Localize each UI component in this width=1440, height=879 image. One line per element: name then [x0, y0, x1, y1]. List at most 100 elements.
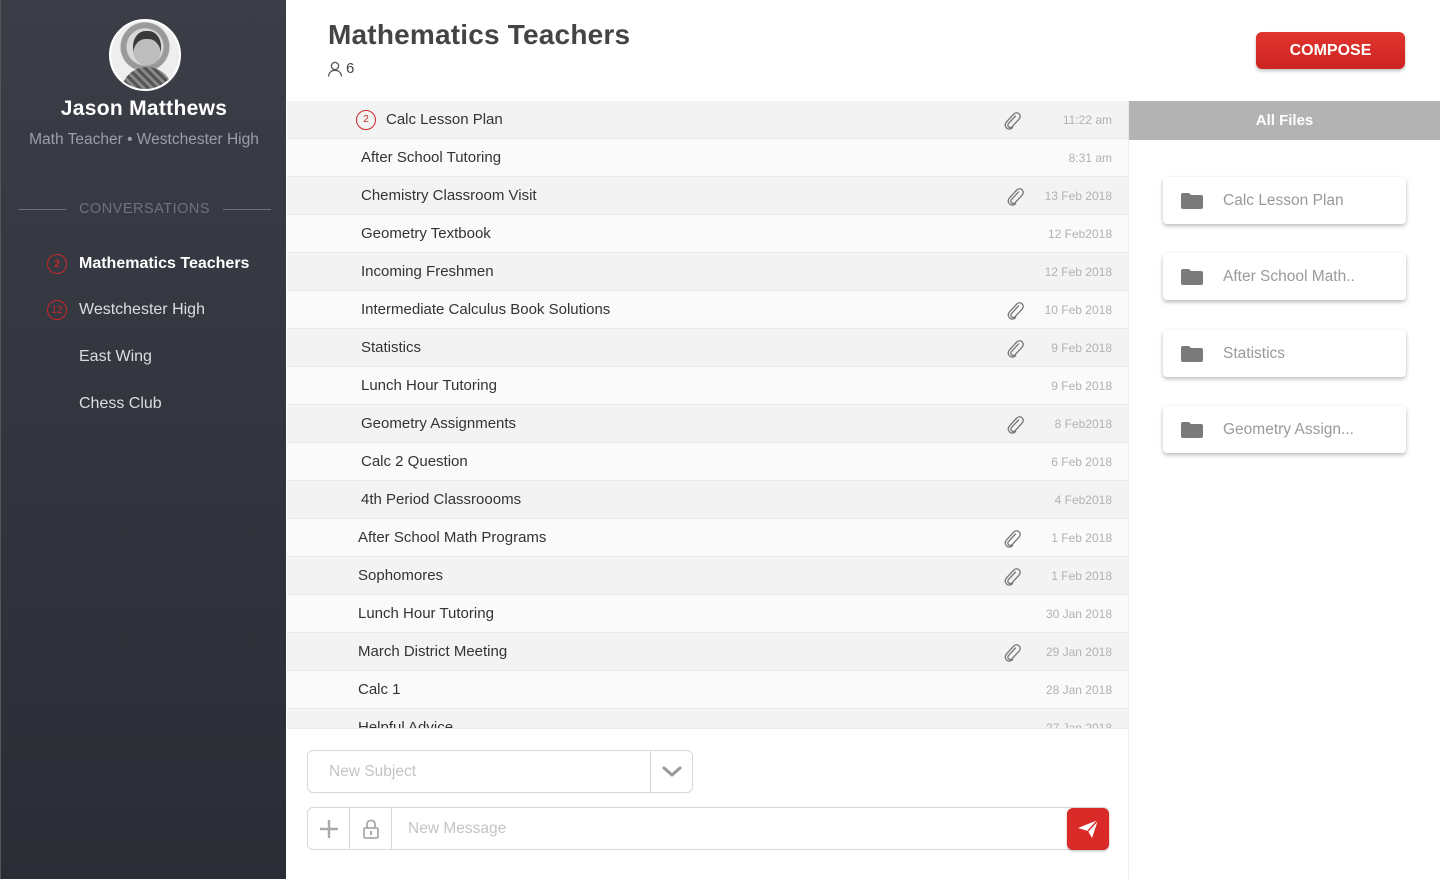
message-time: 27 Jan 2018 — [1045, 720, 1112, 729]
message-row[interactable]: Statistics 9 Feb 2018 — [287, 329, 1128, 367]
message-subject: Lunch Hour Tutoring — [361, 377, 497, 394]
files-header[interactable]: All Files — [1129, 101, 1440, 140]
message-time: 8:31 am — [1068, 150, 1112, 165]
add-attachment-button[interactable] — [308, 808, 350, 849]
message-subject: After School Tutoring — [361, 149, 502, 166]
message-row[interactable]: Geometry Textbook 12 Feb2018 — [287, 215, 1128, 253]
folder-icon — [1181, 268, 1203, 285]
subject-select[interactable]: New Subject — [307, 750, 693, 793]
file-card[interactable]: After School Math.. — [1163, 253, 1406, 300]
paperclip-icon[interactable] — [1006, 186, 1024, 206]
composer: New Subject New Message — [287, 728, 1128, 879]
message-time: 11:22 am — [1062, 112, 1112, 127]
sidebar-item-east-wing[interactable]: East Wing — [79, 345, 152, 369]
message-time: 4 Feb2018 — [1054, 492, 1112, 507]
message-subject: Intermediate Calculus Book Solutions — [361, 301, 611, 318]
file-name: After School Math.. — [1223, 267, 1355, 285]
message-row[interactable]: 4th Period Classroooms 4 Feb2018 — [287, 481, 1128, 519]
folder-icon — [1181, 421, 1203, 438]
subject-dropdown-toggle[interactable] — [650, 751, 692, 792]
chevron-down-icon — [662, 766, 681, 776]
message-field[interactable]: New Message — [307, 807, 1109, 850]
sidebar-item-westchester-high[interactable]: 12 Westchester High — [47, 298, 205, 322]
compose-button[interactable]: COMPOSE — [1256, 32, 1405, 69]
file-card[interactable]: Statistics — [1163, 330, 1406, 377]
message-row[interactable]: Lunch Hour Tutoring 9 Feb 2018 — [287, 367, 1128, 405]
avatar[interactable] — [109, 19, 181, 91]
sidebar-item-mathematics-teachers[interactable]: 2 Mathematics Teachers — [47, 252, 249, 276]
message-input[interactable]: New Message — [408, 820, 1108, 838]
sidebar-item-label: Westchester High — [79, 301, 205, 318]
paperclip-icon[interactable] — [1006, 414, 1024, 434]
message-row[interactable]: Sophomores 1 Feb 2018 — [287, 557, 1128, 595]
message-row[interactable]: Lunch Hour Tutoring 30 Jan 2018 — [287, 595, 1128, 633]
message-row[interactable]: Geometry Assignments 8 Feb2018 — [287, 405, 1128, 443]
message-time: 9 Feb 2018 — [1051, 340, 1112, 355]
message-time: 1 Feb 2018 — [1051, 530, 1112, 545]
message-time: 9 Feb 2018 — [1051, 378, 1112, 393]
message-row[interactable]: 2 Calc Lesson Plan 11:22 am — [287, 101, 1128, 139]
subject-placeholder: New Subject — [329, 762, 417, 780]
paperclip-icon[interactable] — [1003, 642, 1021, 662]
lock-icon — [362, 819, 379, 839]
file-card[interactable]: Calc Lesson Plan — [1163, 177, 1406, 224]
paperclip-icon[interactable] — [1006, 338, 1024, 358]
send-button[interactable] — [1067, 808, 1109, 850]
message-subject: After School Math Programs — [358, 529, 547, 546]
message-time: 8 Feb2018 — [1054, 416, 1112, 431]
message-list: 2 Calc Lesson Plan 11:22 am After School Tu… — [287, 101, 1128, 728]
message-row[interactable]: Chemistry Classroom Visit 13 Feb 2018 — [287, 177, 1128, 215]
message-row[interactable]: March District Meeting 29 Jan 2018 — [287, 633, 1128, 671]
message-time: 6 Feb 2018 — [1051, 454, 1112, 469]
member-count[interactable]: 6 — [327, 60, 354, 77]
folder-icon — [1181, 345, 1203, 362]
message-time: 10 Feb 2018 — [1044, 302, 1112, 317]
message-subject: Calc Lesson Plan — [386, 111, 503, 128]
sidebar-item-chess-club[interactable]: Chess Club — [79, 392, 162, 416]
sidebar: Jason Matthews Math Teacher • Westcheste… — [0, 0, 286, 879]
paperclip-icon[interactable] — [1003, 110, 1021, 130]
lock-button[interactable] — [350, 808, 392, 849]
message-time: 12 Feb 2018 — [1044, 264, 1112, 279]
message-row[interactable]: After School Tutoring 8:31 am — [287, 139, 1128, 177]
plus-icon — [319, 819, 338, 838]
file-card[interactable]: Geometry Assign... — [1163, 406, 1406, 453]
message-row[interactable]: Incoming Freshmen 12 Feb 2018 — [287, 253, 1128, 291]
user-icon — [327, 61, 343, 77]
message-row[interactable]: Calc 2 Question 6 Feb 2018 — [287, 443, 1128, 481]
message-row[interactable]: Calc 1 28 Jan 2018 — [287, 671, 1128, 709]
message-time: 30 Jan 2018 — [1045, 606, 1112, 621]
sidebar-item-label: Chess Club — [79, 395, 162, 412]
avatar-body — [121, 67, 173, 89]
message-subject: Sophomores — [358, 567, 444, 584]
message-subject: Statistics — [361, 339, 422, 356]
paperclip-icon[interactable] — [1003, 528, 1021, 548]
avatar-head — [133, 31, 161, 65]
paperclip-icon[interactable] — [1003, 566, 1021, 586]
message-row[interactable]: After School Math Programs 1 Feb 2018 — [287, 519, 1128, 557]
message-subject: Lunch Hour Tutoring — [358, 605, 494, 622]
paperclip-icon[interactable] — [1006, 300, 1024, 320]
message-subject: Geometry Assignments — [361, 415, 517, 432]
unread-badge: 2 — [356, 109, 376, 130]
message-time: 12 Feb2018 — [1047, 226, 1112, 241]
member-count-value: 6 — [346, 60, 355, 77]
file-name: Calc Lesson Plan — [1223, 191, 1344, 209]
unread-badge: 2 — [47, 254, 67, 274]
message-subject: March District Meeting — [358, 643, 508, 660]
message-time: 28 Jan 2018 — [1045, 682, 1112, 697]
message-subject: Chemistry Classroom Visit — [361, 187, 537, 204]
section-label-text: CONVERSATIONS — [78, 201, 211, 217]
divider-right — [223, 208, 272, 210]
message-subject: Helpful Advice — [358, 719, 454, 728]
message-time: 1 Feb 2018 — [1051, 568, 1112, 583]
message-row[interactable]: Helpful Advice 27 Jan 2018 — [287, 709, 1128, 728]
message-subject: Calc 2 Question — [361, 453, 468, 470]
divider-left — [18, 208, 66, 210]
message-subject: Incoming Freshmen — [361, 263, 494, 280]
message-time: 13 Feb 2018 — [1044, 188, 1112, 203]
message-row[interactable]: Intermediate Calculus Book Solutions 10 F… — [287, 291, 1128, 329]
message-subject: Geometry Textbook — [361, 225, 491, 242]
user-name: Jason Matthews — [60, 97, 228, 120]
folder-icon — [1181, 192, 1203, 209]
